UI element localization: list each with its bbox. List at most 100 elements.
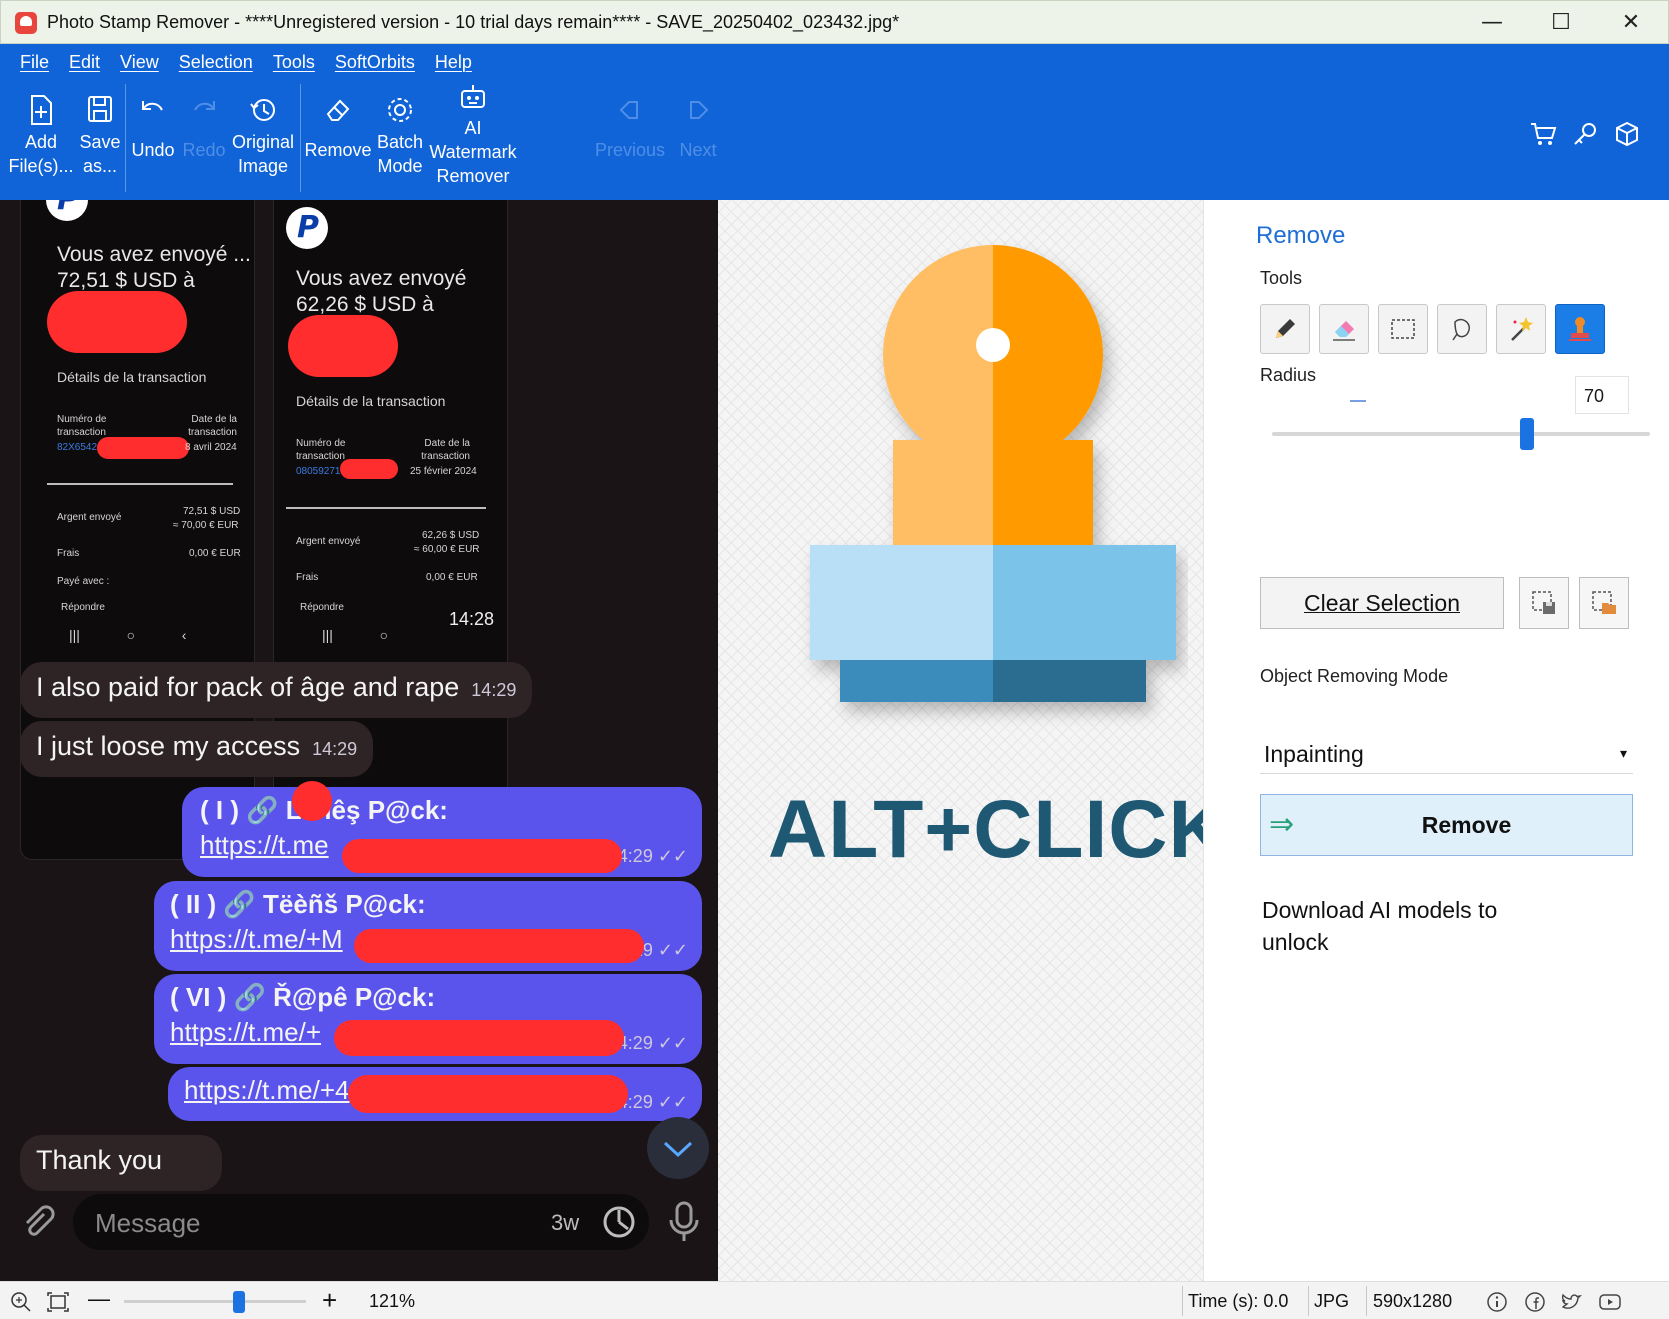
menu-view[interactable]: View (120, 52, 159, 78)
remove-button[interactable]: ⇒ Remove (1260, 794, 1633, 856)
facebook-icon[interactable] (1524, 1291, 1546, 1313)
stamp-icon (1569, 317, 1591, 341)
zoom-level: 121% (369, 1291, 416, 1311)
undo-icon (142, 101, 163, 111)
cart-icon[interactable] (1529, 120, 1557, 148)
stamp-tool-button[interactable] (1555, 304, 1605, 354)
menu-softorbits[interactable]: SoftOrbits (335, 52, 415, 78)
undo-button[interactable]: Undo (128, 94, 178, 162)
load-selection-button[interactable] (1579, 577, 1629, 629)
original-image-label-2: Image (237, 156, 289, 176)
status-separator (1182, 1286, 1183, 1316)
download-models-text: Download AI models to unlock (1262, 897, 1498, 955)
original-image-label-1: Original (231, 132, 295, 152)
divider (286, 507, 486, 509)
save-selection-button[interactable] (1519, 577, 1569, 629)
previous-button[interactable]: Previous (595, 94, 665, 162)
radius-slider-thumb[interactable] (1519, 418, 1534, 450)
zoom-slider-thumb[interactable] (232, 1291, 245, 1313)
eraser-tool-button[interactable] (1319, 304, 1369, 354)
mode-select[interactable]: Inpainting ▾ (1260, 734, 1633, 774)
close-button[interactable]: ✕ (1601, 5, 1661, 41)
time-readout: Time (s): 0.0 (1188, 1291, 1289, 1311)
radius-input[interactable]: 70 (1575, 376, 1629, 414)
link-bubble: https://t.me/+4 14:29 ✓✓ (168, 1067, 702, 1121)
link-title: ( II ) 🔗 Tëèñš P@ck: (170, 889, 426, 919)
card1-date-value: 8 avril 2024 (185, 442, 237, 453)
card2-title-2: 62,26 $ USD à (296, 293, 434, 316)
link-bubble: ( II ) 🔗 Tëèñš P@ck: https://t.me/+M 29 ✓… (154, 881, 702, 971)
add-file-icon (31, 95, 52, 125)
rect-select-icon (1391, 319, 1415, 339)
batch-mode-label-2: Mode (377, 156, 423, 176)
message-bubble: I just loose my access 14:29 (20, 721, 374, 777)
card1-title-1: Vous avez envoyé ... (57, 243, 251, 266)
menu-help[interactable]: Help (435, 52, 472, 78)
clear-selection-button[interactable]: Clear Selection (1260, 577, 1504, 629)
radius-slider[interactable] (1272, 418, 1650, 450)
add-files-button[interactable]: Add File(s)... (8, 94, 74, 178)
youtube-icon[interactable] (1598, 1291, 1622, 1313)
minimize-button[interactable]: — (1462, 5, 1522, 41)
menu-selection[interactable]: Selection (179, 52, 253, 78)
redaction-mark (97, 437, 189, 459)
left-image-canvas[interactable]: Vous avez envoyé ... 72,51 $ USD à Détai… (0, 200, 718, 1281)
microphone-icon (669, 1201, 699, 1241)
paypal-logo-icon (46, 200, 88, 221)
panel-title: Remove (1256, 222, 1346, 249)
zoom-out-button[interactable]: — (88, 1286, 110, 1312)
next-button[interactable]: Next (665, 94, 731, 162)
zoom-in-button[interactable]: + (322, 1285, 337, 1316)
link-bubble: ( VI ) 🔗 Ř@pê P@ck: https://t.me/+ 14:29 … (154, 974, 702, 1064)
maximize-button[interactable]: ☐ (1531, 5, 1591, 41)
save-as-label-2: as... (82, 156, 117, 176)
redo-icon (194, 101, 215, 111)
save-as-button[interactable]: Save as... (76, 94, 124, 178)
zoom-fit-icon[interactable] (10, 1291, 32, 1313)
pencil-tool-button[interactable] (1260, 304, 1310, 354)
remove-tool-button[interactable]: Remove (302, 94, 374, 162)
link-url: https://t.me/+ (170, 1017, 322, 1047)
twitter-icon[interactable] (1560, 1291, 1584, 1313)
zoom-slider[interactable] (124, 1291, 306, 1313)
menu-tools[interactable]: Tools (273, 52, 315, 78)
link-url: https://t.me/+M (170, 924, 343, 954)
box-icon[interactable] (1613, 120, 1641, 148)
status-separator (1366, 1286, 1367, 1316)
remove-button-label: Remove (1421, 812, 1512, 838)
card2-num-value: 08059271 (296, 466, 341, 477)
chevron-down-icon (663, 1141, 693, 1158)
right-image-canvas[interactable]: ALT+CLICK (718, 200, 1228, 1281)
message-timer: 3w (551, 1210, 580, 1235)
slider-min-marker (1350, 400, 1366, 402)
paypal-logo-icon (286, 207, 328, 249)
card2-sent-value-1: 62,26 $ USD (422, 530, 480, 541)
toolbar-separator (125, 84, 126, 192)
magic-wand-tool-button[interactable] (1496, 304, 1546, 354)
card2-title-1: Vous avez envoyé (296, 267, 467, 290)
clear-selection-label: Clear Selection (1304, 590, 1460, 616)
menu-file[interactable]: File (20, 52, 49, 78)
key-icon[interactable] (1571, 120, 1599, 148)
redo-button[interactable]: Redo (180, 94, 228, 162)
lasso-tool-button[interactable] (1437, 304, 1487, 354)
caret-down-icon: ▾ (1619, 746, 1627, 762)
eraser-icon (1333, 321, 1355, 341)
actual-size-icon[interactable] (46, 1291, 70, 1313)
link-url: https://t.me (200, 830, 329, 860)
menu-edit[interactable]: Edit (69, 52, 100, 78)
card1-reply: Répondre (61, 602, 105, 613)
window-title: Photo Stamp Remover - ****Unregistered v… (47, 12, 900, 32)
original-image-button[interactable]: Original Image (228, 94, 298, 178)
redaction-mark (348, 1075, 628, 1113)
card2-sent-label: Argent envoyé (296, 536, 361, 547)
batch-mode-button[interactable]: Batch Mode (372, 94, 428, 178)
next-label: Next (679, 140, 717, 160)
remove-panel: Remove Tools Radius 70 Clear Selection O… (1203, 200, 1669, 1281)
ai-watermark-remover-button[interactable]: AI Watermark Remover (428, 82, 518, 188)
card2-fees-label: Frais (296, 572, 319, 583)
radius-label: Radius (1260, 365, 1317, 385)
redaction-mark (288, 315, 398, 377)
info-icon[interactable] (1486, 1291, 1508, 1313)
rectangle-select-tool-button[interactable] (1378, 304, 1428, 354)
